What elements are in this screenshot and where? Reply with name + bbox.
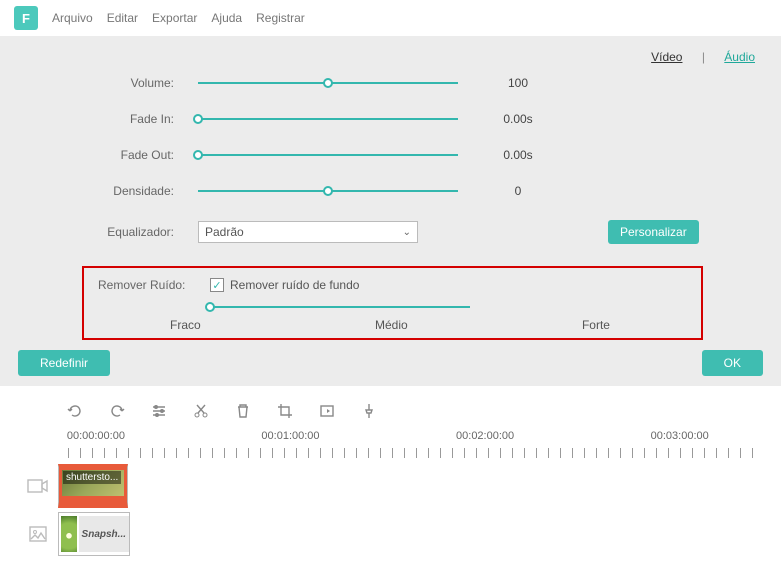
- equalizer-select[interactable]: Padrão ⌄: [198, 221, 418, 243]
- volume-row: Volume: 100: [18, 76, 763, 90]
- fadeout-label: Fade Out:: [18, 148, 198, 162]
- density-label: Densidade:: [18, 184, 198, 198]
- equalizer-customize-button[interactable]: Personalizar: [608, 220, 699, 244]
- menu-help[interactable]: Ajuda: [211, 11, 242, 25]
- equalizer-row: Equalizador: Padrão ⌄ Personalizar: [18, 220, 763, 244]
- noise-checkbox[interactable]: ✓ Remover ruído de fundo: [210, 278, 359, 292]
- timeline-toolbar: [18, 396, 763, 426]
- checkbox-icon: ✓: [210, 278, 224, 292]
- video-clip[interactable]: shuttersto...: [58, 464, 128, 508]
- redo-icon[interactable]: [108, 402, 126, 420]
- undo-icon[interactable]: [66, 402, 84, 420]
- equalizer-label: Equalizador:: [18, 225, 198, 239]
- crop-icon[interactable]: [276, 402, 294, 420]
- fadein-slider[interactable]: [198, 112, 458, 126]
- noise-weak-label: Fraco: [170, 318, 201, 332]
- timeline-area: 00:00:00:00 00:01:00:00 00:02:00:00 00:0…: [0, 386, 781, 566]
- pin-icon[interactable]: [360, 402, 378, 420]
- volume-value: 100: [458, 76, 578, 90]
- volume-label: Volume:: [18, 76, 198, 90]
- fadeout-slider[interactable]: [198, 148, 458, 162]
- panel-tabs: Vídeo | Áudio: [18, 50, 763, 64]
- app-logo: F: [14, 6, 38, 30]
- noise-removal-section: Remover Ruído: ✓ Remover ruído de fundo …: [82, 266, 703, 340]
- density-slider[interactable]: [198, 184, 458, 198]
- fadein-label: Fade In:: [18, 112, 198, 126]
- fadeout-value: 0.00s: [458, 148, 578, 162]
- chevron-down-icon: ⌄: [403, 227, 411, 238]
- ruler-mark: 00:00:00:00: [67, 430, 125, 442]
- trash-icon[interactable]: [234, 402, 252, 420]
- image-clip-label: Snapsh...: [79, 516, 129, 552]
- video-track-icon: [18, 466, 58, 506]
- tab-audio[interactable]: Áudio: [724, 50, 755, 64]
- settings-icon[interactable]: [150, 402, 168, 420]
- export-icon[interactable]: [318, 402, 336, 420]
- fadein-value: 0.00s: [458, 112, 578, 126]
- image-track-icon: [18, 514, 58, 554]
- menu-register[interactable]: Registrar: [256, 11, 305, 25]
- noise-strong-label: Forte: [582, 318, 610, 332]
- reset-button[interactable]: Redefinir: [18, 350, 110, 376]
- noise-checkbox-label: Remover ruído de fundo: [230, 278, 359, 292]
- fadeout-row: Fade Out: 0.00s: [18, 148, 763, 162]
- fadein-row: Fade In: 0.00s: [18, 112, 763, 126]
- menu-export[interactable]: Exportar: [152, 11, 197, 25]
- video-track: shuttersto...: [18, 464, 763, 508]
- density-row: Densidade: 0: [18, 184, 763, 198]
- ruler-mark: 00:02:00:00: [456, 430, 514, 442]
- noise-medium-label: Médio: [375, 318, 408, 332]
- noise-strength-slider[interactable]: [210, 300, 470, 314]
- menu-edit[interactable]: Editar: [107, 11, 138, 25]
- audio-settings-panel: Vídeo | Áudio Volume: 100 Fade In: 0.00s…: [0, 36, 781, 386]
- image-track: Snapsh...: [18, 512, 763, 556]
- ok-button[interactable]: OK: [702, 350, 763, 376]
- density-value: 0: [458, 184, 578, 198]
- noise-label: Remover Ruído:: [98, 278, 210, 292]
- menu-file[interactable]: Arquivo: [52, 11, 93, 25]
- timeline-ruler[interactable]: 00:00:00:00 00:01:00:00 00:02:00:00 00:0…: [68, 430, 763, 458]
- video-clip-label: shuttersto...: [63, 471, 121, 484]
- app-logo-letter: F: [22, 11, 30, 26]
- cut-icon[interactable]: [192, 402, 210, 420]
- equalizer-value: Padrão: [205, 225, 244, 239]
- ruler-mark: 00:03:00:00: [651, 430, 709, 442]
- tab-separator: |: [702, 50, 705, 64]
- tab-video[interactable]: Vídeo: [651, 50, 682, 64]
- volume-slider[interactable]: [198, 76, 458, 90]
- menubar: F Arquivo Editar Exportar Ajuda Registra…: [0, 0, 781, 36]
- image-clip[interactable]: Snapsh...: [58, 512, 130, 556]
- ruler-mark: 00:01:00:00: [261, 430, 319, 442]
